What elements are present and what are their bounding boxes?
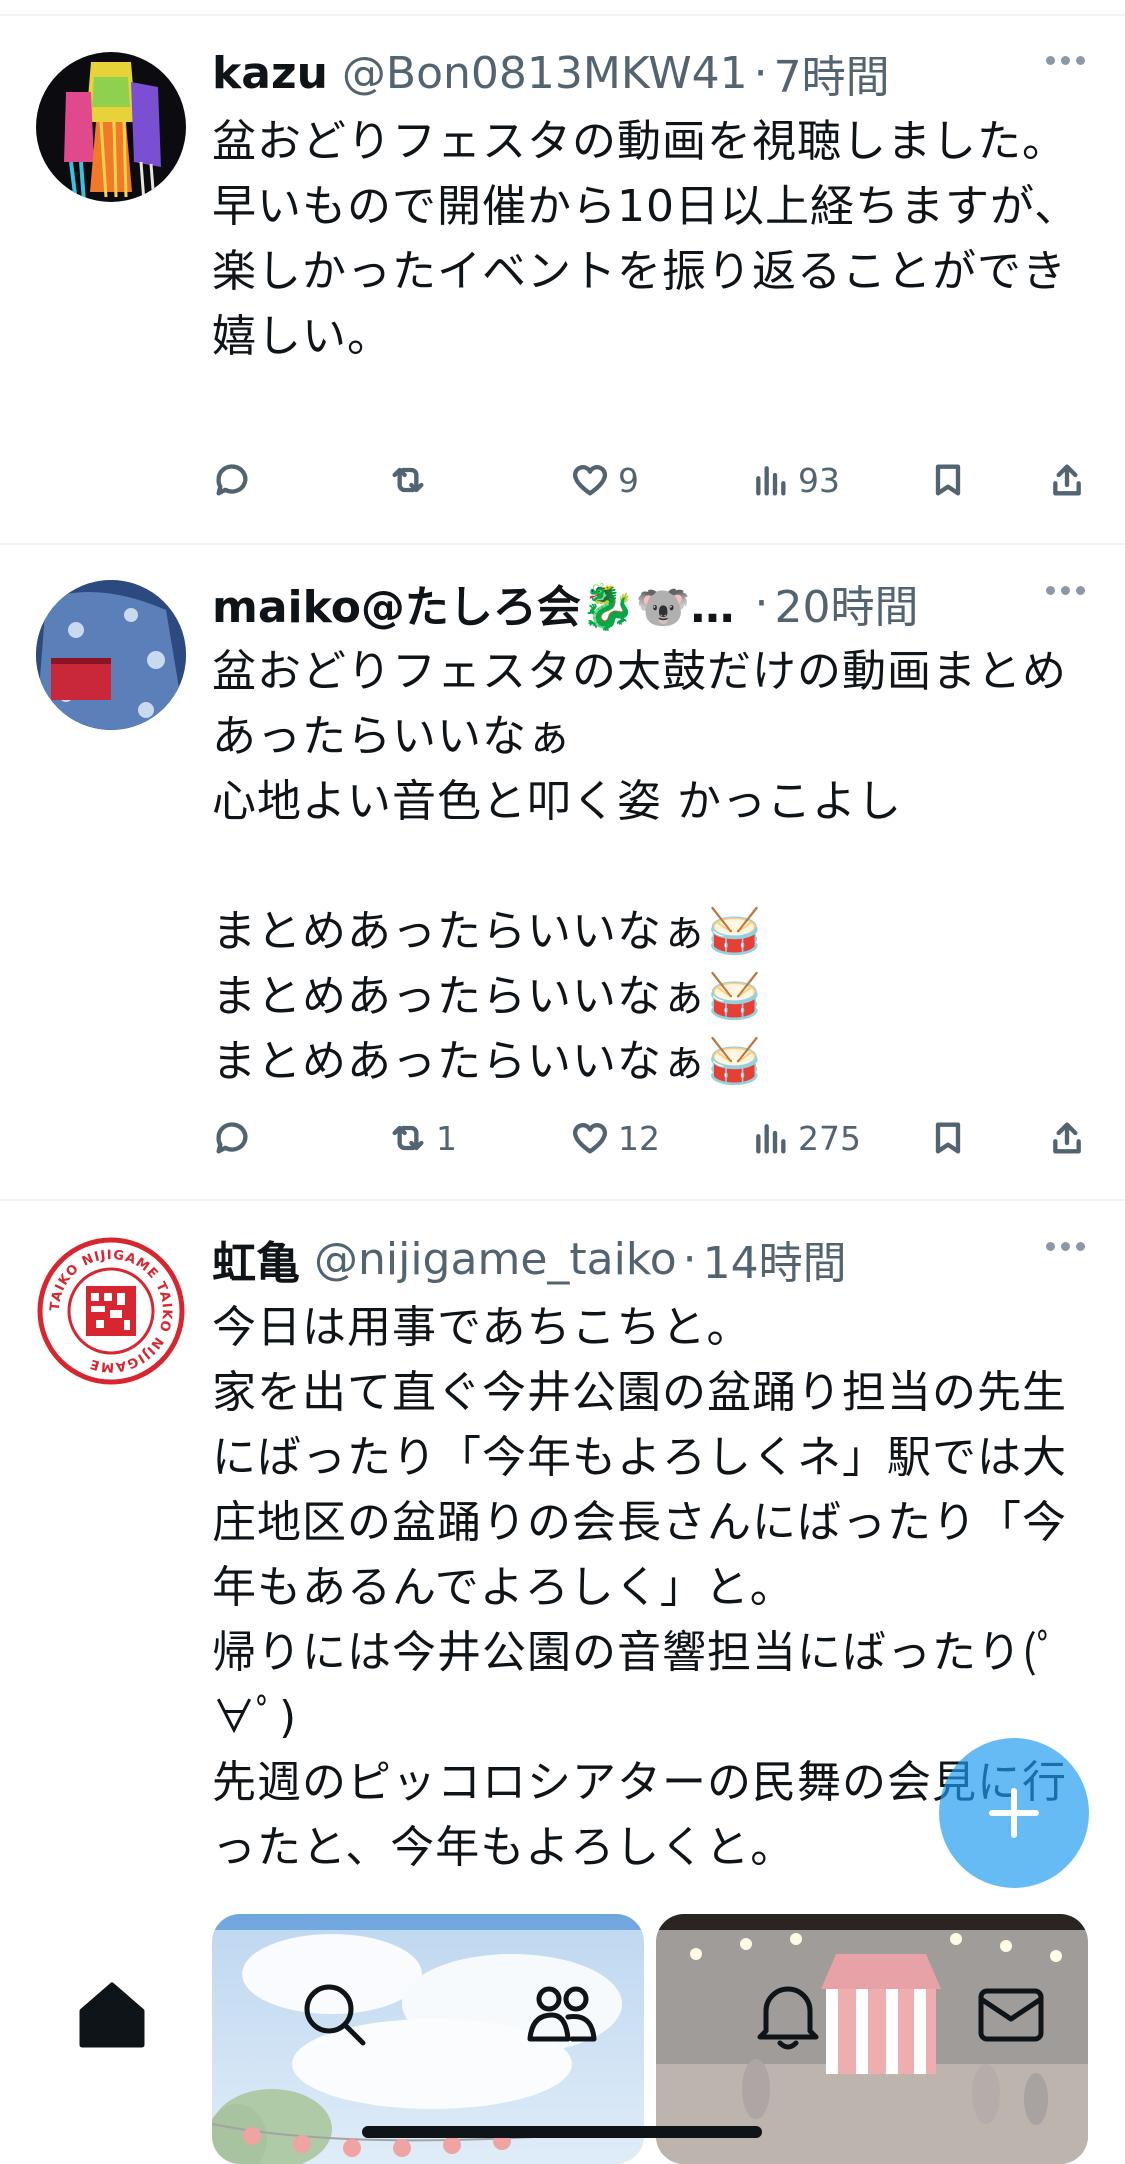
- nav-communities[interactable]: [522, 1975, 602, 2055]
- more-icon[interactable]: [1046, 586, 1085, 595]
- nav-notifications[interactable]: [748, 1975, 828, 2055]
- tweet-maiko[interactable]: maiko@たしろ会🐉🐨… · 20時間 盆おどりフェスタの太鼓だけの動画まとめ…: [0, 545, 1125, 1200]
- like-count: 12: [618, 1118, 660, 1158]
- bookmark-icon: [935, 1122, 961, 1154]
- tweet-kazu[interactable]: kazu @Bon0813MKW41 · 7時間 盆おどりフェスタの動画を視聴し…: [0, 0, 1125, 545]
- tweet-actions: 9 93: [212, 460, 1092, 520]
- views-count: 93: [798, 460, 840, 500]
- bookmark-button[interactable]: [928, 1118, 968, 1158]
- share-button[interactable]: [1047, 1118, 1087, 1158]
- separator-dot: ·: [754, 577, 769, 629]
- views-button[interactable]: 93: [750, 460, 840, 500]
- retweet-count: 1: [436, 1118, 457, 1158]
- user-handle[interactable]: @Bon0813MKW41: [342, 48, 748, 99]
- user-handle[interactable]: @nijigame_taiko: [314, 1234, 677, 1285]
- tweet-header: 虹亀 @nijigame_taiko · 14時間: [212, 1226, 1085, 1292]
- views-icon: [756, 466, 786, 496]
- like-icon: [572, 1123, 608, 1154]
- timestamp[interactable]: 20時間: [775, 571, 919, 635]
- retweet-icon: [392, 467, 424, 493]
- home-indicator[interactable]: [362, 2126, 762, 2138]
- views-count: 275: [798, 1118, 861, 1158]
- compose-button[interactable]: [939, 1738, 1089, 1888]
- retweet-button[interactable]: 1: [388, 1118, 457, 1158]
- views-button[interactable]: 275: [750, 1118, 861, 1158]
- tweet-header: kazu @Bon0813MKW41 · 7時間: [212, 40, 1085, 106]
- share-icon: [1053, 464, 1081, 496]
- home-icon: [79, 1982, 145, 2048]
- tweet-header: maiko@たしろ会🐉🐨… · 20時間: [212, 570, 1085, 636]
- retweet-icon: [392, 1125, 424, 1151]
- avatar-maiko[interactable]: [36, 580, 186, 730]
- display-name[interactable]: 虹亀: [212, 1227, 300, 1291]
- nijigame-taiko-logo: TAIKO NIJIGAME TAIKO NIJIGAME: [36, 1236, 186, 1386]
- like-button[interactable]: 9: [570, 460, 639, 500]
- search-icon: [304, 1984, 366, 2046]
- avatar-nijigame[interactable]: TAIKO NIJIGAME TAIKO NIJIGAME: [36, 1236, 186, 1386]
- notifications-icon: [757, 1986, 819, 2050]
- display-name[interactable]: maiko@たしろ会🐉🐨…: [212, 571, 735, 635]
- bookmark-button[interactable]: [928, 460, 968, 500]
- reply-button[interactable]: [212, 460, 260, 500]
- like-count: 9: [618, 460, 639, 500]
- nav-messages[interactable]: [971, 1975, 1051, 2055]
- reply-icon: [216, 1122, 248, 1154]
- more-icon[interactable]: [1046, 1242, 1085, 1251]
- compose-plus-icon: [989, 1788, 1039, 1838]
- nav-home[interactable]: [72, 1975, 152, 2055]
- display-name[interactable]: kazu: [212, 48, 328, 99]
- retweet-button[interactable]: [388, 460, 436, 500]
- nav-search[interactable]: [295, 1975, 375, 2055]
- tweet-actions: 1 12 275: [212, 1118, 1092, 1178]
- like-button[interactable]: 12: [570, 1118, 660, 1158]
- tanabata-lantern-image: [36, 52, 186, 202]
- messages-icon: [978, 1988, 1044, 2042]
- avatar-kazu[interactable]: [36, 52, 186, 202]
- separator-dot: ·: [753, 47, 768, 99]
- views-icon: [756, 1124, 786, 1154]
- bookmark-icon: [935, 464, 961, 496]
- tweet-text: 盆おどりフェスタの太鼓だけの動画まとめ あったらいいなぁ 心地よい音色と叩く姿 …: [212, 646, 1067, 1087]
- like-icon: [572, 465, 608, 496]
- separator-dot: ·: [682, 1233, 697, 1285]
- share-icon: [1053, 1122, 1081, 1154]
- communities-icon: [527, 1986, 597, 2042]
- reply-icon: [216, 464, 248, 496]
- yukata-photo: [36, 580, 186, 730]
- timestamp[interactable]: 7時間: [774, 41, 890, 105]
- more-icon[interactable]: [1046, 56, 1085, 65]
- timestamp[interactable]: 14時間: [703, 1227, 847, 1291]
- reply-button[interactable]: [212, 1118, 260, 1158]
- share-button[interactable]: [1047, 460, 1087, 500]
- tweet-text: 盆おどりフェスタの動画を視聴しました。 早いもので開催から10日以上経ちますが、…: [212, 116, 1080, 362]
